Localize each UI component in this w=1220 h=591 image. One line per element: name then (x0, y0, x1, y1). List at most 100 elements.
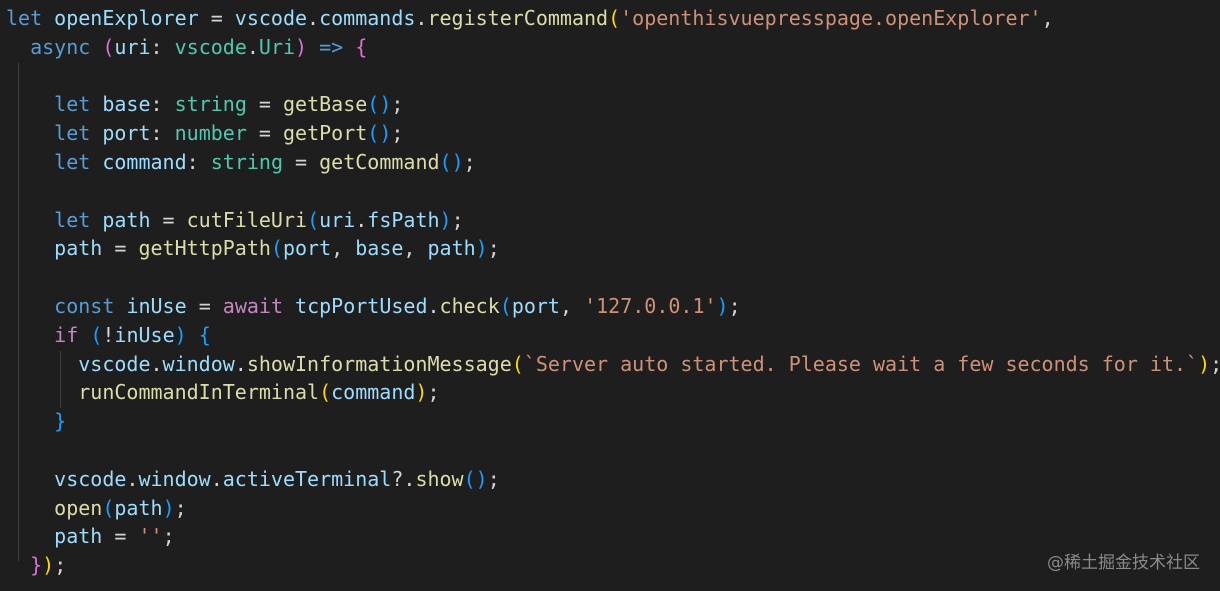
function-token: check (439, 293, 500, 318)
punctuation-token: ; (463, 149, 476, 174)
variable-token: vscode (234, 6, 308, 30)
punctuation-token: ; (487, 236, 500, 261)
watermark: @稀土掘金技术社区 (1047, 553, 1200, 573)
code-line-1[interactable]: let openExplorer = vscode.commands.regis… (6, 4, 1220, 33)
code-line-3[interactable] (6, 62, 1220, 91)
bracket-token: () (439, 149, 464, 174)
bracket-token: () (367, 92, 392, 117)
variable-token: vscode (78, 351, 151, 376)
variable-token: port (282, 236, 332, 261)
type-token: number (174, 121, 247, 146)
punctuation-token: ; (1210, 352, 1220, 376)
variable-token: path (54, 524, 103, 549)
bracket-token: ( (102, 34, 115, 59)
type-token: vscode (174, 34, 247, 59)
variable-token: base (355, 236, 404, 261)
punctuation-token: ; (728, 293, 741, 318)
function-token: open (54, 495, 103, 520)
variable-token: path (102, 207, 151, 232)
punctuation-token: , (331, 236, 356, 261)
string-token: '' (138, 524, 163, 549)
variable-token: activeTerminal (222, 466, 392, 491)
bracket-token: { (198, 322, 211, 347)
punctuation-token (6, 496, 54, 520)
code-line-12[interactable]: if (!inUse) { (6, 321, 1220, 350)
code-line-17[interactable]: vscode.window.activeTerminal?.show(); (6, 465, 1220, 494)
variable-token: command (102, 149, 187, 174)
code-editor[interactable]: let openExplorer = vscode.commands.regis… (0, 0, 1220, 591)
punctuation-token (90, 121, 102, 145)
variable-token: command (331, 380, 416, 405)
variable-token: path (114, 495, 163, 520)
punctuation-token (6, 294, 54, 318)
variable-token: fsPath (367, 207, 440, 232)
variable-token: port (511, 293, 560, 318)
code-line-13[interactable]: vscode.window.showInformationMessage(`Se… (6, 350, 1220, 379)
variable-token: path (427, 236, 476, 261)
variable-token: vscode (54, 466, 127, 491)
punctuation-token (6, 121, 54, 145)
bracket-token: { (355, 34, 368, 59)
code-line-4[interactable]: let base: string = getBase(); (6, 90, 1220, 119)
punctuation-token (6, 236, 54, 260)
punctuation-token: ; (162, 524, 175, 549)
punctuation-token: : (186, 149, 211, 174)
control-keyword-token: if (54, 322, 79, 347)
bracket-token: } (54, 409, 67, 434)
keyword-token: let (54, 121, 91, 146)
bracket-token: ) (295, 34, 308, 59)
code-line-5[interactable]: let port: number = getPort(); (6, 119, 1220, 148)
string-token: 'openthisvuepresspage.openExplorer' (620, 6, 1042, 30)
function-token: getBase (282, 92, 368, 117)
punctuation-token: ! (102, 322, 115, 347)
code-line-10[interactable] (6, 263, 1220, 292)
punctuation-token: = (246, 121, 283, 146)
punctuation-token (343, 35, 355, 59)
punctuation-token: . (246, 34, 259, 59)
code-line-11[interactable]: const inUse = await tcpPortUsed.check(po… (6, 292, 1220, 321)
string-token: '127.0.0.1' (584, 293, 717, 318)
punctuation-token (90, 35, 102, 59)
variable-token: commands (319, 6, 416, 30)
code-line-18[interactable]: open(path); (6, 494, 1220, 523)
code-line-15[interactable]: } (6, 407, 1220, 436)
keyword-token: let (54, 207, 91, 232)
code-line-7[interactable] (6, 177, 1220, 206)
punctuation-token (90, 208, 102, 232)
bracket-token: ) (439, 207, 452, 232)
code-line-16[interactable] (6, 436, 1220, 465)
code-line-20[interactable]: }); (6, 551, 1220, 580)
punctuation-token: ; (427, 380, 440, 405)
code-line-19[interactable]: path = ''; (6, 522, 1220, 551)
variable-token: uri (319, 207, 356, 232)
punctuation-token: = (246, 92, 283, 117)
bracket-token: ) (716, 293, 729, 318)
code-line-9[interactable]: path = getHttpPath(port, base, path); (6, 234, 1220, 263)
punctuation-token: = (102, 524, 139, 549)
code-line-6[interactable]: let command: string = getCommand(); (6, 148, 1220, 177)
variable-token: window (138, 466, 211, 491)
keyword-token: let (6, 6, 43, 30)
punctuation-token: ; (54, 553, 67, 578)
variable-token: window (162, 351, 235, 376)
punctuation-token: : (150, 34, 175, 59)
bracket-token: () (367, 121, 392, 146)
punctuation-token (6, 150, 54, 174)
function-token: registerCommand (427, 6, 609, 30)
code-line-2[interactable]: async (uri: vscode.Uri) => { (6, 33, 1220, 62)
punctuation-token: . (355, 207, 368, 232)
punctuation-token (6, 323, 54, 347)
punctuation-token (6, 409, 54, 433)
punctuation-token (6, 35, 30, 59)
code-line-14[interactable]: runCommandInTerminal(command); (6, 378, 1220, 407)
bracket-token: ) (1198, 351, 1211, 376)
punctuation-token (114, 294, 126, 318)
bracket-token: ( (307, 207, 320, 232)
punctuation-token: . (307, 6, 320, 30)
punctuation-token: ; (487, 466, 500, 491)
variable-token: tcpPortUsed (295, 293, 428, 318)
bracket-token: ( (102, 495, 115, 520)
code-content[interactable]: let openExplorer = vscode.commands.regis… (6, 4, 1220, 580)
code-line-8[interactable]: let path = cutFileUri(uri.fsPath); (6, 206, 1220, 235)
keyword-token: let (54, 92, 91, 117)
